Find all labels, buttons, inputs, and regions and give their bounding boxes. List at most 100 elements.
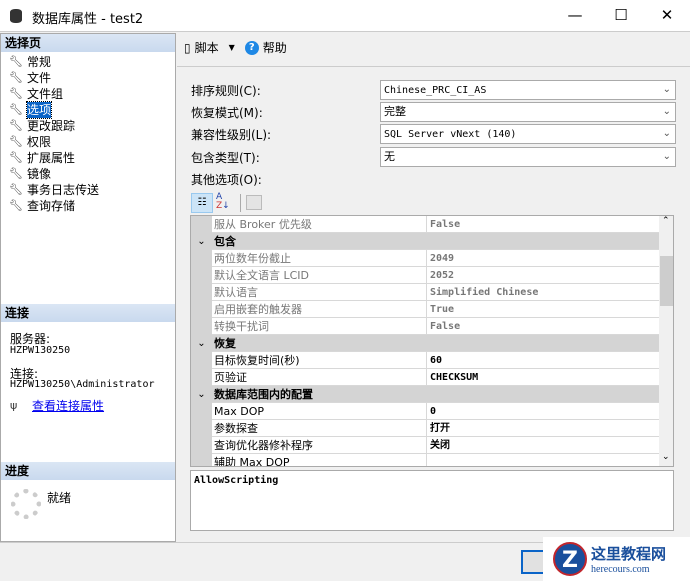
chevron-down-icon: ⌄ [662,106,671,117]
close-button[interactable]: ✕ [644,0,690,32]
property-name: 恢复 [214,337,236,350]
containment-value: 无 [384,150,395,163]
help-button[interactable]: 帮助 [263,39,287,56]
toolbar-separator [240,194,241,212]
property-value[interactable]: False [426,318,460,335]
wrench-icon: 🔧︎ [9,183,23,196]
row-gutter [191,318,212,335]
view-connection-properties-link[interactable]: 查看连接属性 [32,397,104,414]
watermark: Z 这里教程网 herecours.com [543,537,690,581]
database-icon [10,9,22,23]
category-row[interactable]: ⌄ 包含 [191,233,659,250]
other-options-label: 其他选项(O): [191,173,262,187]
chevron-down-icon: ⌄ [662,128,671,139]
wrench-icon: 🔧︎ [9,87,23,100]
page-item-label: 镜像 [27,167,52,181]
collation-dropdown[interactable]: Chinese_PRC_CI_AS ⌄ [380,80,676,100]
property-row[interactable]: 默认语言 Simplified Chinese [191,284,659,301]
scroll-up-icon[interactable]: ⌃ [662,216,670,226]
scrollbar[interactable]: ⌃ ⌄ [659,216,673,466]
progress-header: 进度 [1,462,175,480]
property-row[interactable]: 服从 Broker 优先级 False [191,216,659,233]
property-name: 页验证 [214,371,247,384]
property-row[interactable]: Max DOP 0 [191,403,659,420]
property-value[interactable]: False [426,216,460,233]
page-item-label: 事务日志传送 [27,183,100,197]
chevron-down-icon: ⌄ [662,84,671,95]
wrench-icon: 🔧︎ [9,135,23,148]
page-item[interactable]: 🔧︎ 常规 [9,54,51,70]
property-value[interactable]: Simplified Chinese [426,284,538,301]
watermark-title: 这里教程网 [591,545,667,563]
scrollbar-thumb[interactable] [660,256,673,306]
property-row[interactable]: 查询优化器修补程序 关闭 [191,437,659,454]
maximize-button[interactable]: ☐ [598,0,644,32]
page-item[interactable]: 🔧︎ 更改跟踪 [9,118,75,134]
property-value[interactable]: True [426,301,454,318]
compat-label: 兼容性级别(L): [191,128,272,142]
categorized-icon[interactable]: ☷ [191,193,213,213]
property-name: 参数探查 [214,422,258,435]
property-name: 转换干扰词 [214,320,269,333]
sort-alpha-icon[interactable]: A Z↓ [216,193,236,213]
property-value[interactable]: CHECKSUM [426,369,478,386]
property-name: 包含 [214,235,236,248]
property-row[interactable]: 转换干扰词 False [191,318,659,335]
wrench-icon: 🔧︎ [9,55,23,68]
page-item[interactable]: 🔧︎ 权限 [9,134,51,150]
plug-icon: ψ [10,399,18,412]
page-item[interactable]: 🔧︎ 镜像 [9,166,51,182]
spinner-icon [11,489,41,519]
scroll-down-icon[interactable]: ⌄ [662,452,670,462]
property-value[interactable]: 60 [426,352,442,369]
property-value[interactable]: 关闭 [426,437,450,454]
row-gutter [191,437,212,454]
page-item[interactable]: 🔧︎ 文件组 [9,86,63,102]
collapse-icon[interactable]: ⌄ [191,335,212,352]
category-row[interactable]: ⌄ 恢复 [191,335,659,352]
property-row[interactable]: 辅助 Max DOP [191,454,659,466]
page-item-label: 选项 [25,101,53,119]
category-row[interactable]: ⌄ 数据库范围内的配置 [191,386,659,403]
collation-label: 排序规则(C): [191,84,261,98]
property-value[interactable]: 0 [426,403,436,420]
collapse-icon[interactable]: ⌄ [191,386,212,403]
page-item[interactable]: 🔧︎ 扩展属性 [9,150,75,166]
property-value[interactable] [426,454,430,466]
page-item[interactable]: 🔧︎ 查询存储 [9,198,75,214]
row-gutter [191,216,212,233]
recovery-dropdown[interactable]: 完整 ⌄ [380,102,676,122]
page-item[interactable]: 🔧︎ 文件 [9,70,51,86]
chevron-down-icon: ⌄ [662,151,671,162]
description-panel: AllowScripting [190,470,674,531]
collapse-icon[interactable]: ⌄ [191,233,212,250]
property-value[interactable]: 2052 [426,267,454,284]
property-value[interactable]: 2049 [426,250,454,267]
script-icon: ▯ [184,40,191,55]
property-name: 启用嵌套的触发器 [214,303,302,316]
page-item[interactable]: 🔧︎ 事务日志传送 [9,182,99,198]
property-row[interactable]: 目标恢复时间(秒) 60 [191,352,659,369]
select-page-header: 选择页 [1,34,175,52]
wrench-icon: 🔧︎ [9,71,23,84]
property-row[interactable]: 参数探查 打开 [191,420,659,437]
property-row[interactable]: 页验证 CHECKSUM [191,369,659,386]
row-gutter [191,403,212,420]
row-gutter [191,250,212,267]
containment-dropdown[interactable]: 无 ⌄ [380,147,676,167]
page-item-label: 权限 [27,135,52,149]
script-button[interactable]: 脚本 [195,39,219,56]
page-item[interactable]: 🔧︎ 选项 [9,101,53,119]
chevron-down-icon[interactable]: ▼ [229,43,235,52]
page-item-label: 更改跟踪 [27,119,76,133]
toolbar: ▯ 脚本 ▼ ? 帮助 [184,39,287,56]
compat-dropdown[interactable]: SQL Server vNext (140) ⌄ [380,124,676,144]
minimize-button[interactable]: — [552,0,598,32]
property-row[interactable]: 默认全文语言 LCID 2052 [191,267,659,284]
property-row[interactable]: 启用嵌套的触发器 True [191,301,659,318]
containment-label: 包含类型(T): [191,151,260,165]
property-row[interactable]: 两位数年份截止 2049 [191,250,659,267]
recovery-value: 完整 [384,105,406,118]
property-grid[interactable]: 服从 Broker 优先级 False ⌄ 包含 两位数年份截止 2049 默认全文语言 L… [190,215,674,467]
property-value[interactable]: 打开 [426,420,450,437]
